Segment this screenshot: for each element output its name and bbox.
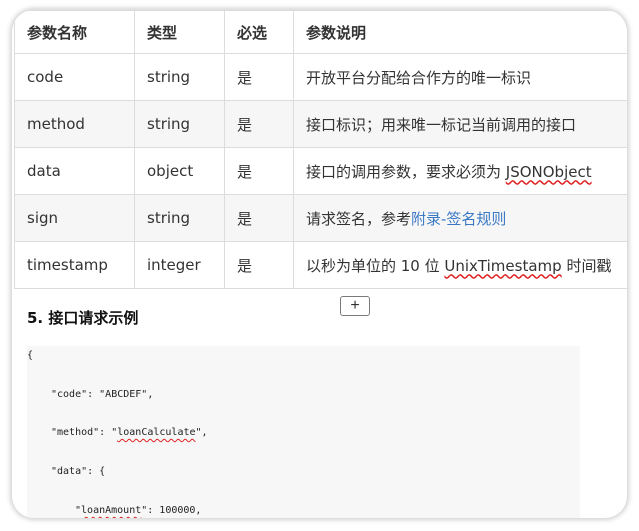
header-param-name: 参数名称 [14,10,135,54]
description-text: 请求签名，参考 [306,209,412,228]
header-required: 必选 [224,10,294,54]
code-text: ", [195,427,208,438]
cell-type: integer [134,241,225,289]
cell-type: string [134,194,225,242]
table-row: method string 是 接口标识；用来唯一标记当前调用的接口 [14,100,627,148]
code-text: { [27,350,34,361]
code-text: : "ABCDEF", [87,389,154,400]
code-sample-block: { "code": "ABCDEF", "method": "loanCalcu… [27,346,580,518]
cell-param-name: data [14,147,135,195]
code-text: : " [99,427,118,438]
description-text: 时间戳 [561,256,612,275]
add-row-button[interactable]: + [340,296,370,316]
code-line: "loanAmount": 100000, [75,505,201,516]
parameter-table: 参数名称 类型 必选 参数说明 code string 是 开放平台分配给合作方… [14,10,627,289]
cell-required: 是 [224,100,294,148]
cell-type: object [134,147,225,195]
cell-type: string [134,100,225,148]
table-header-row: 参数名称 类型 必选 参数说明 [14,10,627,54]
cell-type: string [134,53,225,101]
cell-param-name: code [14,53,135,101]
header-description: 参数说明 [293,10,627,54]
cell-description: 接口标识；用来唯一标记当前调用的接口 [293,100,627,148]
code-text: ": 100000, [141,505,202,516]
code-line: "method": "loanCalculate", [51,427,208,438]
table-row: data object 是 接口的调用参数，要求必须为 JSONObject [14,147,627,195]
signature-rules-link[interactable]: 附录-签名规则 [411,210,506,228]
code-key: "method" [51,427,100,438]
cell-required: 是 [224,147,294,195]
cell-description: 以秒为单位的 10 位 UnixTimestamp 时间戳 [293,241,627,289]
header-type: 类型 [134,10,225,54]
description-text: 接口的调用参数，要求必须为 [306,162,506,181]
cell-required: 是 [224,194,294,242]
cell-description: 请求签名，参考附录-签名规则 [293,194,627,242]
document-frame: 参数名称 类型 必选 参数说明 code string 是 开放平台分配给合作方… [12,10,627,518]
table-row: sign string 是 请求签名，参考附录-签名规则 [14,194,627,242]
spellcheck-term: loanAmount [81,505,142,516]
spellcheck-term: UnixTimestamp [444,256,562,275]
cell-param-name: method [14,100,135,148]
section-title: 5. 接口请求示例 [27,309,139,327]
code-key: "code" [51,389,88,400]
cell-required: 是 [224,241,294,289]
cell-description: 开放平台分配给合作方的唯一标识 [293,53,627,101]
cell-required: 是 [224,53,294,101]
code-line: { [27,350,33,361]
cell-param-name: timestamp [14,241,135,289]
code-line: "data": { [51,466,105,477]
code-key: "data" [51,466,88,477]
code-line: "code": "ABCDEF", [51,389,153,400]
table-row: code string 是 开放平台分配给合作方的唯一标识 [14,53,627,101]
spellcheck-term: JSONObject [505,162,592,181]
cell-param-name: sign [14,194,135,242]
description-text: 以秒为单位的 10 位 [306,256,445,275]
table-row: timestamp integer 是 以秒为单位的 10 位 UnixTime… [14,241,627,289]
cell-description: 接口的调用参数，要求必须为 JSONObject [293,147,627,195]
code-text: : { [87,466,106,477]
spellcheck-term: loanCalculate [117,427,196,438]
